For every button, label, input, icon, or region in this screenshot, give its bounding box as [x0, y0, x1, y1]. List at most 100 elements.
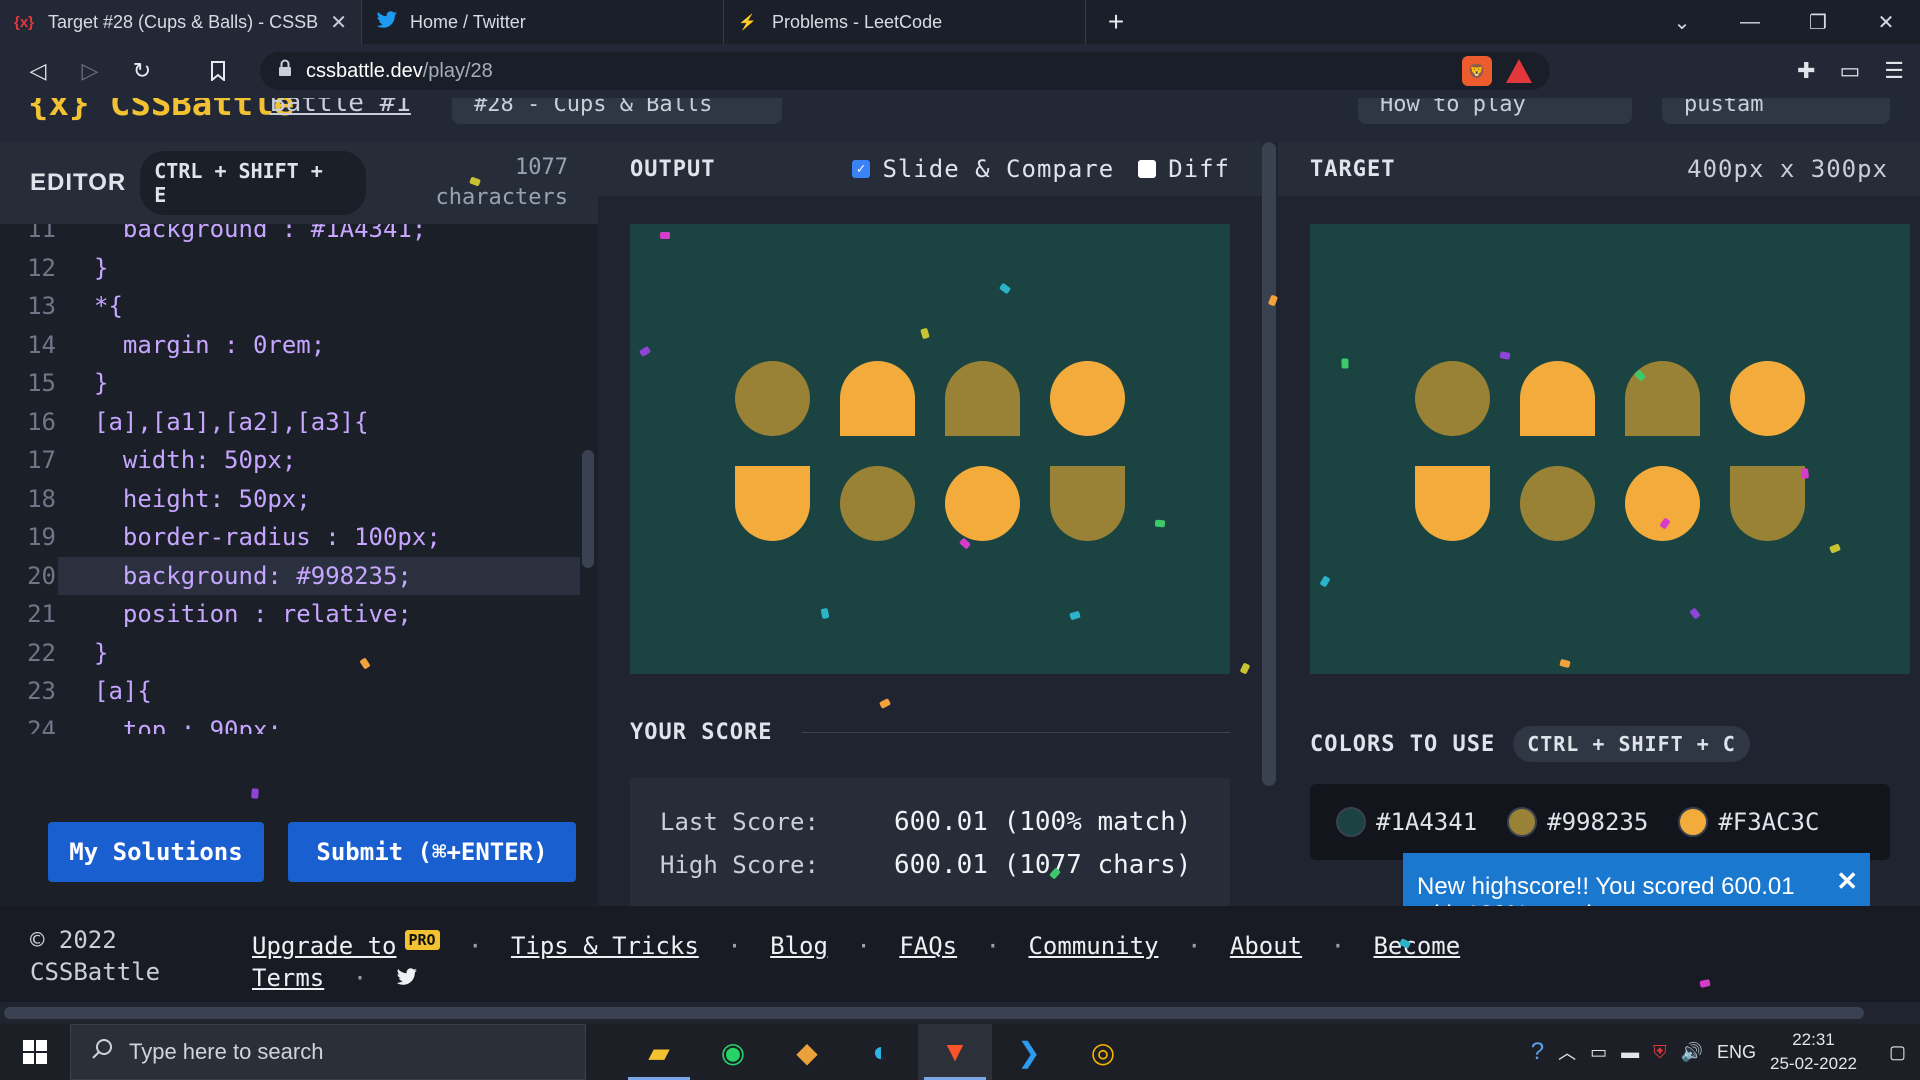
- editor-scrollbar[interactable]: [582, 450, 594, 568]
- browser-actions: ✚ ▭ ☰: [1797, 44, 1904, 98]
- color-swatch[interactable]: #998235: [1507, 807, 1648, 837]
- battery-icon[interactable]: ▬: [1621, 1042, 1639, 1063]
- footer-link-faqs[interactable]: FAQs: [899, 932, 957, 960]
- site-header: {x} CSSBattle Battle #1 #28 - Cups & Bal…: [0, 98, 1920, 142]
- file-explorer-icon[interactable]: ▰: [622, 1024, 696, 1080]
- clock[interactable]: 22:31 25-02-2022: [1770, 1028, 1857, 1076]
- code-line[interactable]: 17 width: 50px;: [0, 441, 580, 480]
- code-text: *{: [94, 292, 123, 320]
- code-line[interactable]: 18 height: 50px;: [0, 480, 580, 519]
- chrome-icon[interactable]: ◎: [1066, 1024, 1140, 1080]
- score-title: YOUR SCORE: [630, 720, 1230, 745]
- checkbox-unchecked-icon[interactable]: [1138, 160, 1157, 178]
- checkbox-checked-icon[interactable]: ✓: [852, 160, 871, 178]
- output-preview[interactable]: [630, 224, 1230, 674]
- extensions-icon[interactable]: ✚: [1797, 58, 1815, 84]
- panel-resize-handle[interactable]: [1262, 142, 1276, 786]
- site-footer: © 2022 CSSBattle Upgrade to PRO · Tips & …: [0, 906, 1920, 1002]
- close-icon[interactable]: ✕: [330, 10, 347, 35]
- scrollbar-thumb[interactable]: [4, 1007, 1864, 1019]
- chevron-up-icon[interactable]: ︿: [1558, 1039, 1576, 1065]
- code-line[interactable]: 21 position : relative;: [0, 595, 580, 634]
- code-line[interactable]: 20 background: #998235;: [0, 556, 580, 595]
- my-solutions-button[interactable]: My Solutions: [48, 822, 264, 882]
- edge-icon[interactable]: ◐: [844, 1024, 918, 1080]
- slide-compare-label: Slide & Compare: [882, 155, 1115, 183]
- submit-button[interactable]: Submit (⌘+ENTER): [288, 822, 576, 882]
- footer-copyright: © 2022 CSSBattle: [30, 926, 161, 986]
- footer-link-upgrade[interactable]: Upgrade to: [252, 932, 397, 960]
- bookmark-icon[interactable]: [198, 51, 238, 91]
- help-icon[interactable]: ?: [1531, 1038, 1544, 1066]
- minimize-icon[interactable]: —: [1716, 0, 1784, 44]
- tab-twitter[interactable]: Home / Twitter: [362, 0, 724, 44]
- page-horizontal-scrollbar[interactable]: [0, 1002, 1920, 1024]
- code-text: top : 90px;: [94, 715, 282, 735]
- battle-link[interactable]: Battle #1: [270, 98, 411, 118]
- code-line[interactable]: 23 [a]{: [0, 672, 580, 711]
- restore-icon[interactable]: ❐: [1784, 0, 1852, 44]
- tab-search-icon[interactable]: ⌄: [1648, 0, 1716, 44]
- footer-link-community[interactable]: Community: [1028, 932, 1158, 960]
- git-icon[interactable]: ◆: [770, 1024, 844, 1080]
- language-indicator[interactable]: ENG: [1717, 1042, 1756, 1063]
- high-score-value: 600.01 (1077 chars): [894, 849, 1192, 880]
- code-line[interactable]: 13 *{: [0, 287, 580, 326]
- leetcode-icon: ⚡: [738, 14, 757, 31]
- code-line[interactable]: 14 margin : 0rem;: [0, 326, 580, 365]
- close-window-icon[interactable]: ✕: [1852, 0, 1920, 44]
- back-icon[interactable]: ◁: [18, 51, 58, 91]
- editor-header: EDITOR CTRL + SHIFT + E 1077 characters: [0, 142, 598, 224]
- brave-icon[interactable]: ▼: [918, 1024, 992, 1080]
- code-line[interactable]: 12}: [0, 249, 580, 288]
- tab-cssbattle[interactable]: {x} Target #28 (Cups & Balls) - CSSBattl…: [0, 0, 362, 44]
- new-tab-button[interactable]: +: [1086, 0, 1146, 44]
- volume-icon[interactable]: 🔊: [1681, 1042, 1703, 1063]
- brave-rewards-icon[interactable]: [1506, 59, 1532, 83]
- taskbar-search[interactable]: Type here to search: [70, 1024, 586, 1080]
- line-number: 24: [27, 715, 56, 735]
- color-dot: [1678, 807, 1709, 837]
- code-line[interactable]: 22}: [0, 634, 580, 673]
- code-editor[interactable]: 11 background : #1A4341; 12} 13 *{ 14 margin…: [0, 224, 580, 734]
- security-icon[interactable]: ⛨: [1653, 1042, 1667, 1063]
- diff-toggle[interactable]: Diff: [1138, 155, 1230, 183]
- ball-shape: [1520, 466, 1595, 541]
- code-line[interactable]: 19 border-radius : 100px;: [0, 518, 580, 557]
- line-number: 13: [27, 292, 56, 320]
- slide-compare-toggle[interactable]: ✓ Slide & Compare: [852, 155, 1114, 183]
- tab-leetcode[interactable]: ⚡ Problems - LeetCode: [724, 0, 1086, 44]
- twitter-footer-icon[interactable]: [396, 964, 418, 992]
- footer-link-become[interactable]: Become: [1373, 932, 1460, 960]
- code-line[interactable]: 24 top : 90px;: [0, 711, 580, 735]
- display-icon[interactable]: ▭: [1590, 1042, 1607, 1063]
- notifications-icon[interactable]: ▢: [1889, 1042, 1906, 1063]
- reload-icon[interactable]: ↻: [122, 51, 162, 91]
- cup-shape: [1415, 466, 1490, 541]
- brave-shields-icon[interactable]: 🦁: [1462, 56, 1492, 86]
- code-line[interactable]: 16 [a],[a1],[a2],[a3]{: [0, 403, 580, 442]
- code-line[interactable]: 15}: [0, 364, 580, 403]
- footer-link-about[interactable]: About: [1230, 932, 1302, 960]
- menu-icon[interactable]: ☰: [1884, 58, 1904, 84]
- whatsapp-icon[interactable]: ◉: [696, 1024, 770, 1080]
- toast-close-icon[interactable]: ✕: [1836, 867, 1858, 895]
- footer-link-blog[interactable]: Blog: [770, 932, 828, 960]
- user-profile-button[interactable]: pustam: [1662, 98, 1890, 124]
- footer-link-tips[interactable]: Tips & Tricks: [511, 932, 699, 960]
- url-field[interactable]: cssbattle.dev/play/28 🦁: [260, 52, 1550, 90]
- editor-shortcut-badge: CTRL + SHIFT + E: [140, 151, 367, 215]
- target-selector[interactable]: #28 - Cups & Balls: [452, 98, 782, 124]
- forward-icon[interactable]: ▷: [70, 51, 110, 91]
- code-line[interactable]: 11 background : #1A4341;: [0, 224, 580, 249]
- color-swatch[interactable]: #F3AC3C: [1678, 807, 1819, 837]
- cssbattle-logo[interactable]: {x} CSSBattle: [28, 98, 294, 124]
- color-swatch[interactable]: #1A4341: [1336, 807, 1477, 837]
- url-host: cssbattle.dev: [306, 59, 423, 82]
- footer-link-terms[interactable]: Terms: [252, 964, 324, 992]
- how-to-play-button[interactable]: How to play: [1358, 98, 1632, 124]
- wallet-icon[interactable]: ▭: [1839, 58, 1860, 84]
- confetti-piece: [251, 788, 259, 799]
- windows-start-icon[interactable]: [0, 1024, 70, 1080]
- vscode-icon[interactable]: ❯: [992, 1024, 1066, 1080]
